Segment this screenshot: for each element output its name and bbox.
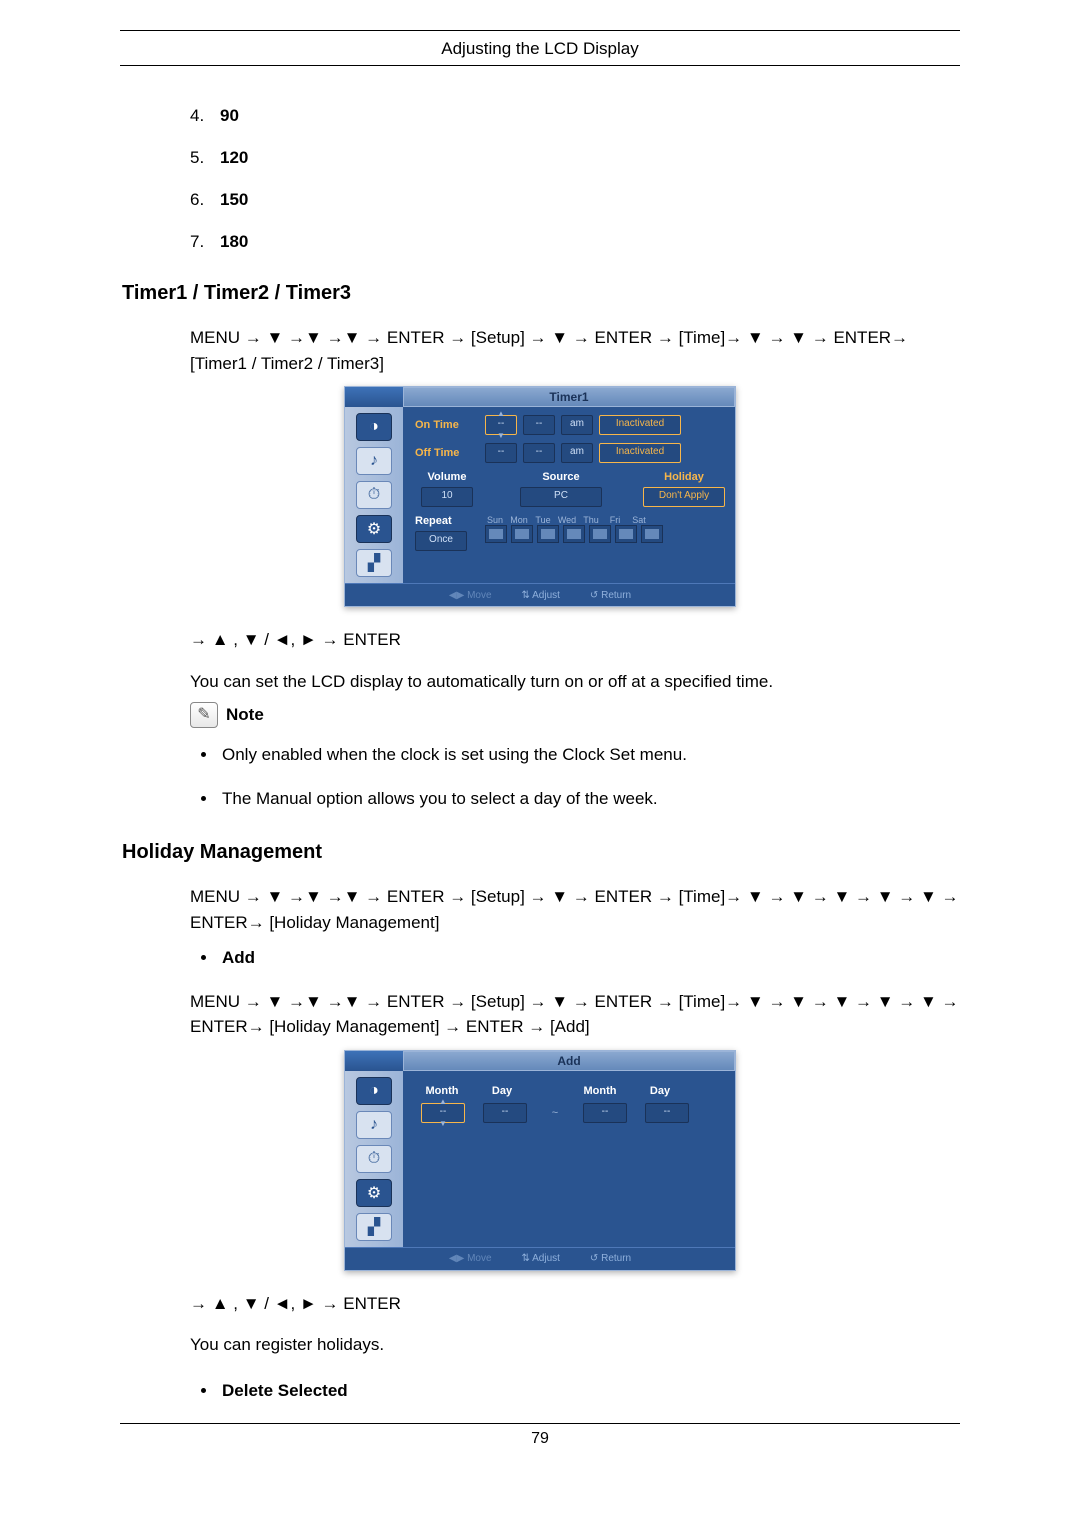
multi-tab-icon: ▞ <box>356 549 392 577</box>
off-time-min: -- <box>523 443 555 463</box>
time-tab-icon: ⏱ <box>356 1145 392 1173</box>
day-labels: Sun Mon Tue Wed Thu Fri Sat <box>485 515 663 525</box>
osd-timer-screenshot: Timer1 ◑ ♪ ⏱ ⚙ ▞ On Time -- <box>344 386 736 607</box>
list-number: 6. <box>190 190 220 210</box>
add-start-month: -- <box>421 1103 465 1123</box>
timer-nav-path: MENU → ▼ →▼ →▼ → ENTER → [Setup] → ▼ → E… <box>190 325 960 376</box>
holiday-label: Holiday <box>643 471 725 483</box>
page-number: 79 <box>120 1424 960 1448</box>
holiday-value: Don't Apply <box>643 487 725 507</box>
timer-post-nav: → ▲ , ▼ / ◄, ► → ENTER <box>120 627 960 653</box>
time-tab-icon: ⏱ <box>356 481 392 509</box>
osd-add-title: Add <box>403 1051 735 1071</box>
list-value: 180 <box>220 232 248 251</box>
setup-tab-icon: ⚙ <box>356 1179 392 1207</box>
timer-note-item: Only enabled when the clock is set using… <box>218 742 960 768</box>
list-number: 5. <box>190 148 220 168</box>
osd-footer-return: ↺ Return <box>590 590 631 601</box>
off-time-label: Off Time <box>415 447 479 459</box>
note-label: Note <box>226 702 264 728</box>
day-checkboxes <box>485 525 663 543</box>
osd-footer-adjust: ⇅ Adjust <box>522 590 560 601</box>
holiday-add-nav-path: MENU → ▼ →▼ →▼ → ENTER → [Setup] → ▼ → E… <box>190 989 960 1040</box>
picture-tab-icon: ◑ <box>356 1077 392 1105</box>
add-end-month: -- <box>583 1103 627 1123</box>
add-month-header-2: Month <box>579 1085 621 1097</box>
page-header: Adjusting the LCD Display <box>120 39 960 66</box>
on-time-label: On Time <box>415 419 479 431</box>
numbered-list: 4.90 5.120 6.150 7.180 <box>120 106 960 252</box>
note-icon: ✎ <box>190 702 218 728</box>
timer-heading: Timer1 / Timer2 / Timer3 <box>120 282 960 305</box>
timer-note-item: The Manual option allows you to select a… <box>218 786 960 812</box>
on-time-ampm: am <box>561 415 593 435</box>
source-value: PC <box>520 487 602 507</box>
list-value: 150 <box>220 190 248 209</box>
off-time-hour: -- <box>485 443 517 463</box>
add-day-header: Day <box>481 1085 523 1097</box>
holiday-body-text: You can register holidays. <box>120 1332 960 1358</box>
list-value: 120 <box>220 148 248 167</box>
holiday-nav-path: MENU → ▼ →▼ →▼ → ENTER → [Setup] → ▼ → E… <box>190 884 960 935</box>
add-start-day: -- <box>483 1103 527 1123</box>
osd-add-footer-return: ↺ Return <box>590 1253 631 1264</box>
source-label: Source <box>489 471 633 483</box>
off-time-ampm: am <box>561 443 593 463</box>
add-end-day: -- <box>645 1103 689 1123</box>
sound-tab-icon: ♪ <box>356 1111 392 1139</box>
repeat-value: Once <box>415 531 467 551</box>
on-time-min: -- <box>523 415 555 435</box>
holiday-heading: Holiday Management <box>120 841 960 864</box>
osd-add-footer-move: ◀▶ Move <box>449 1253 492 1264</box>
osd-footer-move: ◀▶ Move <box>449 590 492 601</box>
setup-tab-icon: ⚙ <box>356 515 392 543</box>
osd-title: Timer1 <box>403 387 735 407</box>
osd-add-footer-adjust: ⇅ Adjust <box>522 1253 560 1264</box>
repeat-label: Repeat <box>415 515 479 527</box>
sound-tab-icon: ♪ <box>356 447 392 475</box>
on-time-status: Inactivated <box>599 415 681 435</box>
holiday-delete-label: Delete Selected <box>218 1378 960 1404</box>
list-number: 4. <box>190 106 220 126</box>
on-time-hour: -- <box>485 415 517 435</box>
volume-value: 10 <box>421 487 473 507</box>
timer-body-text: You can set the LCD display to automatic… <box>120 669 960 695</box>
add-day-header-2: Day <box>639 1085 681 1097</box>
volume-label: Volume <box>415 471 479 483</box>
osd-add-screenshot: Add ◑ ♪ ⏱ ⚙ ▞ Month Day <box>344 1050 736 1271</box>
list-value: 90 <box>220 106 239 125</box>
list-number: 7. <box>190 232 220 252</box>
off-time-status: Inactivated <box>599 443 681 463</box>
holiday-post-nav: → ▲ , ▼ / ◄, ► → ENTER <box>120 1291 960 1317</box>
picture-tab-icon: ◑ <box>356 413 392 441</box>
holiday-add-label: Add <box>218 945 960 971</box>
timer-notes-list: Only enabled when the clock is set using… <box>190 742 960 811</box>
multi-tab-icon: ▞ <box>356 1213 392 1241</box>
